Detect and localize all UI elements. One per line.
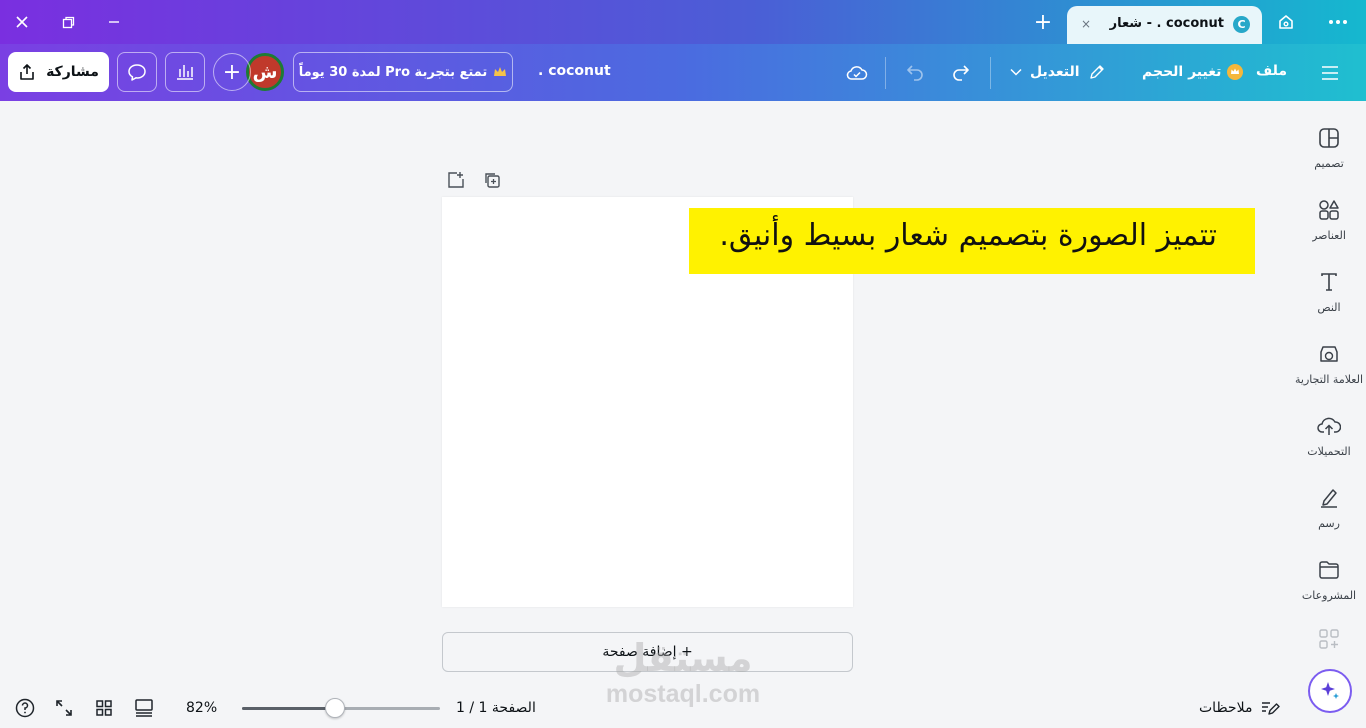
pro-trial-label: تمتع بتجربة Pro لمدة 30 يوماً: [298, 64, 488, 80]
canvas-text[interactable]: تتميز الصورة بتصميم شعار بسيط وأنيق.: [719, 218, 1217, 253]
duplicate-icon: [485, 173, 500, 188]
crown-icon: [494, 67, 507, 76]
duplicate-page-button[interactable]: [481, 169, 503, 191]
side-item-projects[interactable]: المشروعات: [1292, 547, 1366, 619]
add-page-above-button[interactable]: [445, 169, 467, 191]
text-icon: [1316, 269, 1342, 295]
side-item-label: النص: [1317, 301, 1341, 314]
close-icon: [16, 16, 28, 28]
tab-title: coconut . - شعار: [1109, 16, 1224, 31]
undo-icon: [907, 65, 923, 81]
side-item-label: تصميم: [1314, 157, 1344, 170]
minimize-icon: [109, 21, 119, 23]
page-view-button[interactable]: [133, 697, 155, 719]
restore-window-button[interactable]: [54, 8, 82, 36]
main-menu-button[interactable]: [1315, 58, 1345, 88]
fullscreen-button[interactable]: [53, 697, 75, 719]
undo-button[interactable]: [900, 58, 930, 88]
editor-toolbar: ملف تغيير الحجم التعديل coconut . تمتع ب…: [0, 44, 1366, 101]
add-collaborator-button[interactable]: +: [213, 53, 251, 91]
bar-chart-icon: [177, 65, 193, 80]
side-item-text[interactable]: النص: [1292, 259, 1366, 331]
page-counter[interactable]: الصفحة 1 / 1: [456, 700, 536, 716]
toolbar-divider: [990, 57, 991, 89]
share-upload-icon: [20, 64, 34, 80]
zoom-slider-thumb[interactable]: [325, 698, 346, 718]
add-page-icon: [448, 172, 464, 188]
side-item-brand[interactable]: العلامة التجارية: [1292, 331, 1366, 403]
comment-icon: [128, 64, 146, 81]
edit-mode-dropdown[interactable]: التعديل: [1010, 60, 1106, 84]
resize-button[interactable]: تغيير الحجم: [1142, 60, 1244, 84]
footer-bar: 82% الصفحة 1 / 1 ملاحظات: [0, 688, 1366, 728]
document-title[interactable]: coconut .: [538, 63, 611, 79]
grid-view-button[interactable]: [93, 697, 115, 719]
notes-label: ملاحظات: [1199, 700, 1253, 716]
side-item-label: رسم: [1318, 517, 1340, 530]
side-item-elements[interactable]: العناصر: [1292, 187, 1366, 259]
active-tab[interactable]: × coconut . - شعار C: [1067, 6, 1262, 44]
design-icon: [1316, 125, 1342, 151]
home-button[interactable]: [1272, 8, 1300, 36]
pro-trial-button[interactable]: تمتع بتجربة Pro لمدة 30 يوماً: [293, 52, 513, 92]
side-item-label: العناصر: [1312, 229, 1346, 242]
share-label: مشاركة: [46, 64, 99, 80]
brand-icon: [1316, 341, 1342, 367]
share-button[interactable]: مشاركة: [8, 52, 109, 92]
close-window-button[interactable]: [8, 8, 36, 36]
user-avatar[interactable]: ش: [246, 53, 284, 91]
side-item-draw[interactable]: رسم: [1292, 475, 1366, 547]
comments-button[interactable]: [117, 52, 157, 92]
expand-icon: [56, 700, 72, 716]
zoom-slider-fill: [242, 707, 336, 710]
cloud-check-icon: [846, 66, 868, 80]
insights-button[interactable]: [165, 52, 205, 92]
crown-badge-icon: [1227, 64, 1244, 80]
side-item-label: المشروعات: [1301, 589, 1357, 602]
new-tab-button[interactable]: +: [1029, 8, 1057, 36]
tab-close-button[interactable]: ×: [1077, 15, 1095, 33]
title-bar: + × coconut . - شعار C: [0, 0, 1366, 44]
more-options-button[interactable]: [1324, 8, 1352, 36]
restore-icon: [62, 16, 74, 28]
canvas-text-box[interactable]: تتميز الصورة بتصميم شعار بسيط وأنيق.: [689, 208, 1255, 274]
chevron-down-icon: [1010, 68, 1022, 76]
folder-icon: [1316, 557, 1342, 583]
side-item-label: التحميلات: [1307, 445, 1351, 458]
home-icon: [1279, 15, 1293, 29]
draw-icon: [1316, 485, 1342, 511]
grid-icon: [96, 700, 112, 716]
help-icon: [15, 698, 35, 718]
upload-icon: [1316, 413, 1342, 439]
add-page-button[interactable]: + إضافة صفحة: [442, 632, 853, 672]
elements-icon: [1316, 197, 1342, 223]
notes-icon: [1262, 702, 1281, 715]
resize-label: تغيير الحجم: [1142, 64, 1222, 80]
redo-icon: [953, 65, 969, 81]
pencil-icon: [1089, 65, 1104, 79]
side-item-label: العلامة التجارية: [1294, 373, 1363, 386]
pages-icon: [135, 699, 153, 717]
side-item-uploads[interactable]: التحميلات: [1292, 403, 1366, 475]
notes-button[interactable]: ملاحظات: [1199, 697, 1281, 719]
hamburger-menu-icon: [1322, 66, 1338, 80]
edit-mode-label: التعديل: [1030, 64, 1080, 80]
minimize-window-button[interactable]: [100, 8, 128, 36]
zoom-level[interactable]: 82%: [186, 700, 217, 716]
help-button[interactable]: [14, 697, 36, 719]
toolbar-divider: [885, 57, 886, 89]
tab-favicon: C: [1233, 16, 1250, 33]
file-menu[interactable]: ملف: [1256, 63, 1287, 79]
cloud-save-status[interactable]: [842, 58, 872, 88]
apps-icon[interactable]: [1318, 628, 1340, 650]
redo-button[interactable]: [946, 58, 976, 88]
more-icon: [1329, 20, 1347, 24]
side-item-design[interactable]: تصميم: [1292, 115, 1366, 187]
